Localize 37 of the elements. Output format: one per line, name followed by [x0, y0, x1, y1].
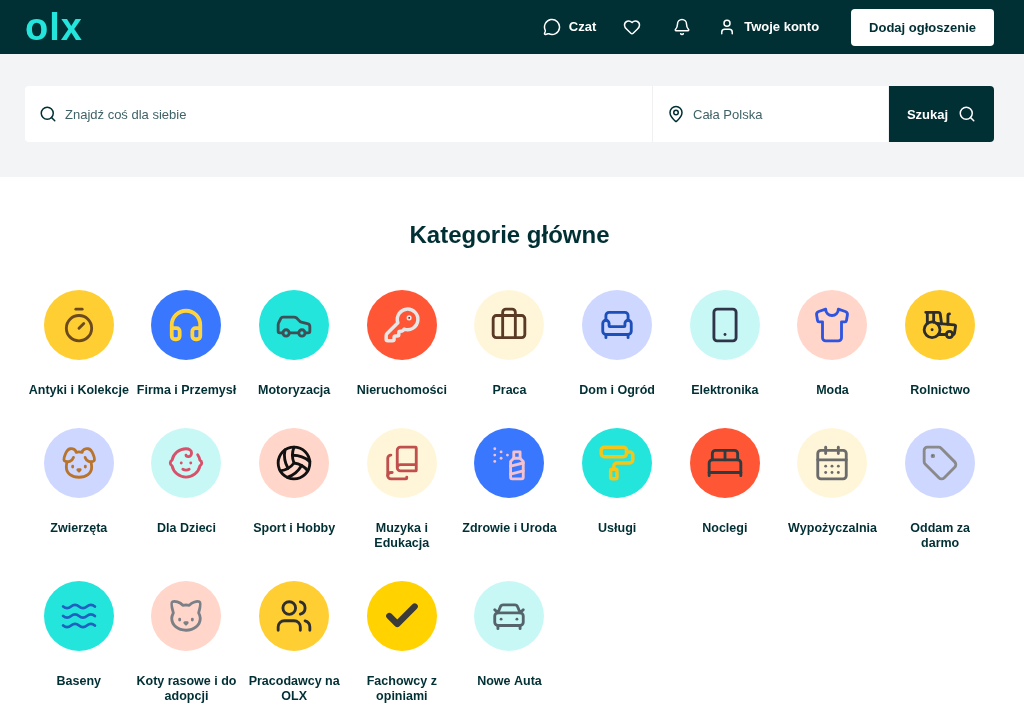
category-link[interactable]: Dla Dzieci [156, 521, 216, 536]
category-link[interactable]: Muzyka i Edukacja [351, 521, 453, 551]
category-link[interactable]: Oddam za darmo [889, 521, 991, 551]
heart-icon [623, 18, 642, 36]
category-link[interactable]: Nowe Auta [477, 674, 542, 689]
pin-icon [667, 105, 685, 123]
category-link[interactable]: Usługi [598, 521, 637, 536]
bell-icon [673, 18, 692, 36]
section-title: Kategorie główne [408, 220, 611, 250]
category-link[interactable]: Firma i Przemysł [136, 383, 237, 398]
chat-link[interactable]: Czat [542, 18, 597, 36]
category-link[interactable]: Antyki i Kolekcje [28, 383, 129, 398]
search-icon [958, 105, 977, 123]
location-field[interactable]: Cała Polska [653, 86, 889, 142]
category-link[interactable]: Sport i Hobby [253, 521, 336, 536]
search-button[interactable]: Szukaj [889, 86, 994, 142]
category-link[interactable]: Rolnictwo [910, 383, 970, 398]
category-link[interactable]: Noclegi [702, 521, 748, 536]
category-link[interactable]: Dom i Ogród [579, 383, 655, 398]
category-link[interactable]: Fachowcy z opiniami [351, 674, 453, 704]
category-link[interactable]: Praca [492, 383, 527, 398]
post-ad-button[interactable]: Dodaj ogłoszenie [851, 8, 994, 46]
category-link[interactable]: Nieruchomości [356, 383, 447, 398]
category-link[interactable]: Elektronika [691, 383, 759, 398]
category-link[interactable]: Moda [816, 383, 849, 398]
category-link[interactable]: Wypożyczalnia [788, 521, 877, 536]
account-link[interactable]: Twoje konto [718, 18, 820, 36]
category-link[interactable]: Zwierzęta [50, 521, 108, 536]
category-link[interactable]: Koty rasowe i do adopcji [136, 674, 237, 704]
search-field[interactable]: Znajdź coś dla siebie [25, 86, 653, 142]
category-link[interactable]: Motoryzacja [258, 383, 331, 398]
site-logo[interactable]: olx [25, 8, 83, 46]
chat-bubble-icon [542, 18, 561, 36]
category-link[interactable]: Zdrowie i Uroda [462, 521, 557, 536]
search-icon [39, 105, 57, 123]
category-link[interactable]: Baseny [56, 674, 102, 689]
category-link[interactable]: Pracodawcy na OLX [243, 674, 345, 704]
